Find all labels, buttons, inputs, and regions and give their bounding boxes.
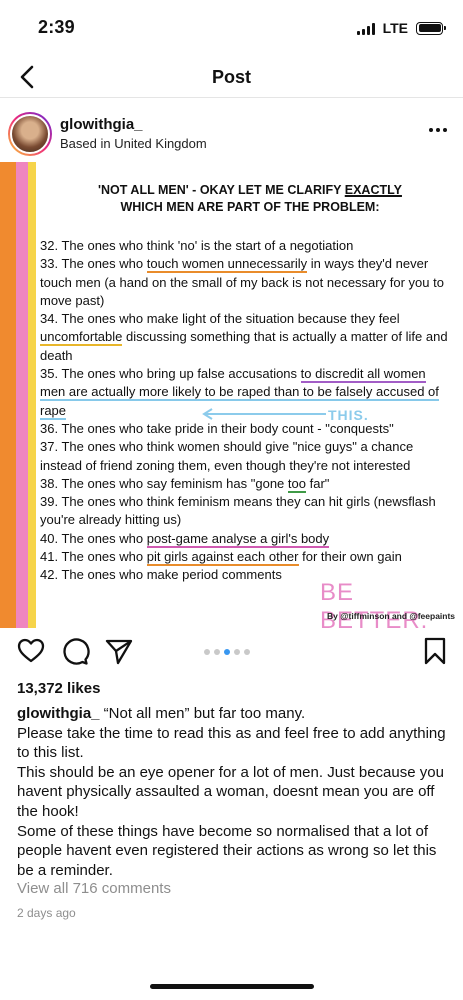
list-item: 33. The ones who touch women unnecessari…	[40, 256, 444, 308]
list-item: 40. The ones who post-game analyse a gir…	[40, 530, 330, 548]
post-image-heading: 'NOT ALL MEN' - OKAY LET ME CLARIFY EXAC…	[60, 182, 440, 216]
carousel-dot	[244, 649, 250, 655]
annotation-this: THIS.	[328, 407, 369, 423]
stripe-pink	[16, 162, 28, 628]
status-bar: 2:39 LTE	[0, 0, 463, 56]
post-header: glowithgia_ Based in United Kingdom	[0, 108, 463, 158]
caption-username[interactable]: glowithgia_	[17, 705, 100, 722]
list-item: 32. The ones who think 'no' is the start…	[40, 238, 354, 253]
network-label: LTE	[382, 20, 408, 36]
comment-icon[interactable]	[60, 636, 90, 666]
home-indicator[interactable]	[150, 984, 314, 989]
post-actions	[0, 636, 463, 670]
caption-line: Some of these things have become so norm…	[17, 822, 437, 879]
avatar[interactable]	[8, 112, 52, 156]
view-comments-link[interactable]: View all 716 comments	[17, 880, 171, 897]
list-item: 38. The ones who say feminism has "gone …	[40, 475, 330, 493]
post-timestamp: 2 days ago	[17, 906, 76, 920]
bookmark-icon[interactable]	[420, 636, 450, 666]
page-title: Post	[211, 67, 251, 87]
list-item: 39. The ones who think feminism means th…	[40, 494, 436, 528]
carousel-indicator	[204, 649, 250, 655]
paper-plane-icon[interactable]	[104, 636, 134, 666]
heading-line1: 'NOT ALL MEN' - OKAY LET ME CLARIFY	[98, 183, 345, 197]
status-indicators: LTE	[356, 20, 446, 36]
stripe-orange	[0, 162, 16, 628]
carousel-dot	[204, 649, 210, 655]
annotation-arrow-icon	[202, 408, 326, 420]
post-image[interactable]: 'NOT ALL MEN' - OKAY LET ME CLARIFY EXAC…	[0, 162, 463, 628]
caption-text: “Not all men” but far too many.	[99, 705, 306, 722]
status-time: 2:39	[38, 17, 75, 37]
list-item: 34. The ones who make light of the situa…	[40, 311, 448, 363]
heart-icon[interactable]	[16, 636, 46, 666]
list-item: 37. The ones who think women should give…	[40, 439, 414, 473]
carousel-dot	[234, 649, 240, 655]
carousel-dot	[214, 649, 220, 655]
image-credit: By @tiffminson and @feepaints	[327, 611, 456, 621]
heading-exactly: EXACTLY	[344, 183, 402, 197]
nav-bar: Post	[0, 58, 463, 98]
post-caption: glowithgia_ “Not all men” but far too ma…	[17, 704, 447, 880]
carousel-dot-active	[224, 649, 230, 655]
more-options-icon[interactable]	[429, 128, 447, 132]
list-item: 41. The ones who pit girls against each …	[40, 549, 402, 567]
caption-line: glowithgia_ “Not all men” but far too ma…	[17, 704, 447, 724]
caption-line: This should be an eye opener for a lot o…	[17, 763, 444, 820]
caption-line: Please take the time to read this as and…	[17, 724, 446, 762]
post-location[interactable]: Based in United Kingdom	[60, 136, 207, 151]
battery-icon	[416, 21, 446, 35]
list-item: 36. The ones who take pride in their bod…	[40, 420, 394, 436]
heading-line2: WHICH MEN ARE PART OF THE PROBLEM:	[120, 200, 380, 214]
like-count[interactable]: 13,372 likes	[17, 680, 100, 697]
signal-icon	[356, 22, 375, 35]
stripe-yellow	[28, 162, 36, 628]
post-username[interactable]: glowithgia_	[60, 116, 143, 133]
